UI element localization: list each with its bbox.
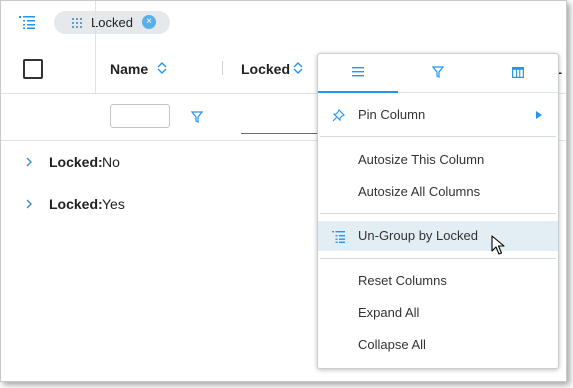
menu-item-label: Expand All: [358, 305, 420, 320]
menu-item-label: Un-Group by Locked: [358, 228, 478, 243]
columns-icon: [512, 67, 524, 78]
menu-item-expand-all[interactable]: Expand All: [318, 298, 558, 328]
group-value: No: [102, 154, 120, 170]
group-chip-locked[interactable]: Locked ×: [54, 11, 170, 34]
remove-group-close-icon[interactable]: ×: [142, 15, 156, 29]
group-chip-label: Locked: [91, 15, 133, 30]
chevron-right-icon[interactable]: [25, 199, 33, 209]
submenu-arrow-icon: [536, 111, 542, 119]
menu-item-label: Pin Column: [358, 107, 426, 122]
name-filter-input[interactable]: [110, 104, 170, 128]
filter-icon: [432, 66, 444, 78]
menu-item-pin-column[interactable]: Pin Column: [318, 100, 558, 130]
group-row[interactable]: Locked: Yes: [1, 195, 316, 219]
row-group-icon: [19, 16, 35, 29]
menu-item-reset-columns[interactable]: Reset Columns: [318, 266, 558, 296]
group-row[interactable]: Locked: No: [1, 153, 316, 177]
menu-item-label: Autosize This Column: [358, 152, 485, 167]
select-all-checkbox[interactable]: [23, 59, 43, 79]
group-key: Locked:: [49, 196, 103, 212]
tab-columns[interactable]: [478, 54, 558, 92]
header-name[interactable]: Name: [110, 61, 148, 77]
filter-icon[interactable]: [191, 111, 203, 123]
menu-item-autosize-this[interactable]: Autosize This Column: [318, 145, 558, 175]
active-tab-indicator: [318, 91, 398, 93]
row-group-icon: [332, 231, 345, 243]
menu-item-collapse-all[interactable]: Collapse All: [318, 330, 558, 360]
menu-item-label: Autosize All Columns: [358, 184, 481, 199]
sort-icon[interactable]: [293, 62, 303, 74]
menu-item-label: Collapse All: [358, 337, 426, 352]
menu-separator: [320, 136, 556, 137]
pin-icon: [332, 109, 345, 122]
tab-general[interactable]: [318, 54, 398, 93]
tab-filter[interactable]: [398, 54, 478, 92]
chevron-right-icon[interactable]: [25, 157, 33, 167]
sort-icon[interactable]: [157, 62, 167, 74]
grid-frame: Locked × Name Locked L Locked: No: [0, 0, 567, 382]
checkbox-column-divider: [95, 1, 96, 99]
menu-separator: [320, 258, 556, 259]
menu-icon: [352, 67, 364, 77]
group-value: Yes: [102, 196, 125, 212]
menu-item-label: Reset Columns: [358, 273, 447, 288]
group-key: Locked:: [49, 154, 103, 170]
locked-filter-underline[interactable]: [241, 133, 321, 134]
header-divider[interactable]: [222, 61, 223, 75]
menu-item-autosize-all[interactable]: Autosize All Columns: [318, 177, 558, 207]
header-locked[interactable]: Locked: [241, 61, 290, 77]
column-menu: Pin Column Autosize This Column Autosize…: [317, 53, 559, 369]
column-menu-tabs: [318, 54, 558, 93]
mouse-cursor-icon: [491, 235, 505, 255]
row-group-panel: Locked ×: [1, 1, 566, 44]
menu-separator: [320, 213, 556, 214]
drag-grip-icon[interactable]: [72, 18, 82, 28]
menu-item-ungroup[interactable]: Un-Group by Locked: [318, 221, 558, 251]
